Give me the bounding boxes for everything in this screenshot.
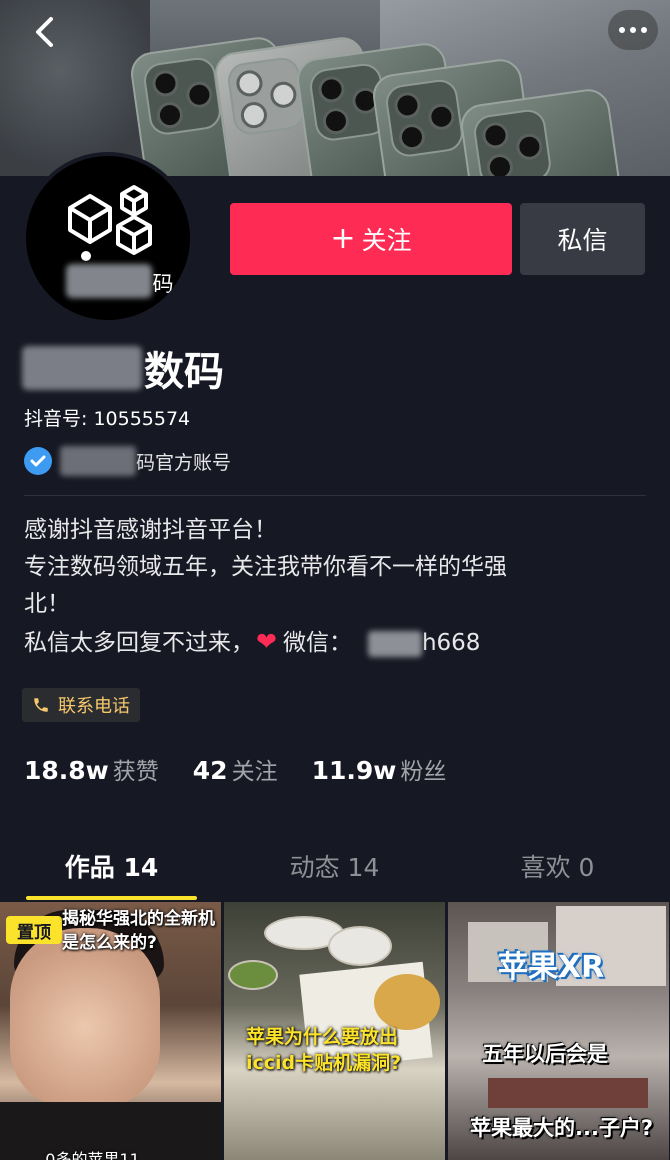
video-caption: 五年以后会是 <box>482 1042 608 1066</box>
bio-line: 感谢抖音感谢抖音平台！ <box>24 517 277 543</box>
video-thumbnail[interactable]: 苹果XR 五年以后会是 苹果最大的...子户? <box>448 902 669 1160</box>
profile-cover-image <box>0 0 670 176</box>
fans-stat[interactable]: 11.9w 粉丝 <box>312 752 447 786</box>
video-grid: 置顶 揭秘华强北的全新机 是怎么来的? ...0多的苹果11 苹果为什么要放出 … <box>0 902 670 1160</box>
tab-activity[interactable]: 动态 14 <box>223 832 446 900</box>
tab-works[interactable]: 作品 14 <box>0 832 223 900</box>
profile-bio: 感谢抖音感谢抖音平台！ 专注数码领域五年，关注我带你看不一样的华强 北！ 私信太… <box>24 512 624 662</box>
contact-phone-button[interactable]: 联系电话 <box>22 688 140 722</box>
video-caption: iccid卡贴机漏洞? <box>246 1052 402 1074</box>
verified-check-icon <box>24 447 52 475</box>
heart-icon: ❤ <box>256 627 277 656</box>
avatar-text: 码 <box>152 272 174 296</box>
more-dots-icon <box>619 27 625 33</box>
profile-nickname: 数码 <box>22 340 224 396</box>
cubes-logo-icon <box>68 185 152 261</box>
following-stat[interactable]: 42 关注 <box>193 752 278 786</box>
video-caption: 苹果为什么要放出 <box>246 1026 399 1048</box>
follow-button[interactable]: + 关注 <box>230 203 512 275</box>
bio-line: 北！ <box>24 591 70 617</box>
video-thumbnail[interactable]: 置顶 揭秘华强北的全新机 是怎么来的? ...0多的苹果11 <box>0 902 221 1160</box>
likes-stat: 18.8w 获赞 <box>24 756 159 785</box>
video-caption: 揭秘华强北的全新机 <box>62 909 215 929</box>
phone-icon <box>34 698 48 712</box>
pinned-badge: 置顶 <box>6 916 62 944</box>
video-thumbnail[interactable]: 苹果为什么要放出 iccid卡贴机漏洞? <box>224 902 445 1160</box>
video-caption: ...0多的苹果11 <box>30 1150 140 1160</box>
divider <box>24 495 646 496</box>
profile-tabs: 作品 14 动态 14 喜欢 0 <box>0 832 670 900</box>
tab-likes[interactable]: 喜欢 0 <box>446 832 669 900</box>
verified-label: 码官方账号 <box>24 446 231 476</box>
video-caption: 是怎么来的? <box>62 933 157 953</box>
video-caption: 苹果最大的...子户? <box>470 1116 654 1140</box>
chevron-left-icon <box>36 17 53 47</box>
avatar[interactable]: 码 <box>22 152 194 324</box>
back-button[interactable] <box>22 12 66 52</box>
plus-icon: + <box>330 221 356 256</box>
video-tag: 苹果XR <box>498 950 605 985</box>
profile-stats: 18.8w 获赞 42 关注 11.9w 粉丝 <box>24 752 446 786</box>
douyin-id: 抖音号: 10555574 <box>24 408 191 430</box>
bio-line: 私信太多回复不过来，❤ 微信： h668 <box>24 627 481 657</box>
more-options-button[interactable] <box>608 10 658 50</box>
bio-line: 专注数码领域五年，关注我带你看不一样的华强 <box>24 554 507 580</box>
message-button[interactable]: 私信 <box>520 203 645 275</box>
